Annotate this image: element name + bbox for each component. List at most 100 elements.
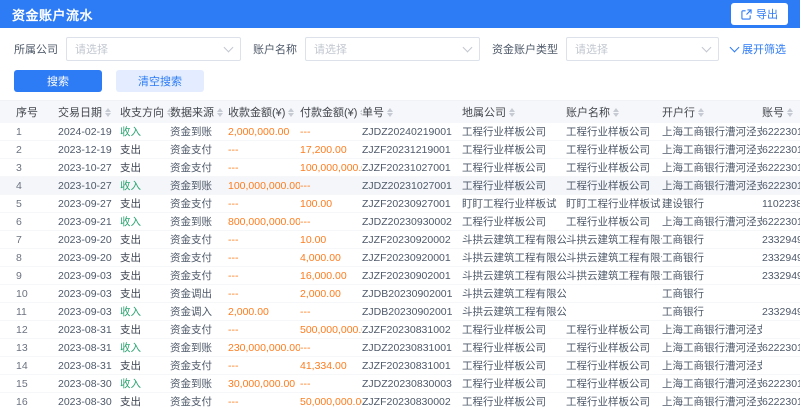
cell-bank: 上海工商银行漕河泾支行 [662,376,762,391]
table-row[interactable]: 152023-08-30收入资金到账30,000,000.00---ZJDZ20… [0,375,800,393]
sort-icon[interactable] [613,108,619,117]
column-header-account_no[interactable]: 账号 [762,104,800,120]
cell-account_no: 23329499 [762,270,800,282]
column-header-date[interactable]: 交易日期 [58,104,120,120]
account-select[interactable]: 请选择 [305,37,480,61]
column-header-account_name[interactable]: 账户名称 [566,104,662,120]
cell-source: 资金到账 [170,376,228,391]
table-row[interactable]: 62023-09-21收入资金到账800,000,000.00---ZJDZ20… [0,213,800,231]
table-row[interactable]: 42023-10-27收入资金到账100,000,000.00---ZJDZ20… [0,177,800,195]
cell-order_no: ZJDZ20230831001 [362,342,462,354]
company-select-placeholder: 请选择 [75,41,108,57]
cell-date: 2023-08-31 [58,324,120,336]
cell-receive: 230,000,000.00 [228,342,300,354]
column-header-company[interactable]: 地属公司 [462,104,566,120]
sort-icon[interactable] [698,108,704,117]
cell-receive: --- [228,324,300,336]
column-label: 付款金额(¥) [300,104,357,120]
cell-pay: 41,334.00 [300,360,362,372]
sort-icon[interactable] [217,108,223,117]
cell-bank: 上海工商银行漕河泾支行 [662,340,762,355]
cell-direction: 支出 [120,394,170,409]
cell-company: 盯盯工程行业样板试 [462,196,566,211]
table-row[interactable]: 142023-08-31支出资金支付---41,334.00ZJZF202308… [0,357,800,375]
table-row[interactable]: 92023-09-03支出资金支付---16,000.00ZJZF2023090… [0,267,800,285]
filter-account-type-label: 资金账户类型 [492,41,558,57]
cell-pay: --- [300,216,362,228]
cell-order_no: ZJDZ20240219001 [362,126,462,138]
table-row[interactable]: 122023-08-31支出资金支付---500,000,000.00ZJZF2… [0,321,800,339]
column-header-pay[interactable]: 付款金额(¥) [300,104,362,120]
table-row[interactable]: 82023-09-20支出资金支付---4,000.00ZJZF20230920… [0,249,800,267]
cell-source: 资金支付 [170,322,228,337]
cell-account_name: 斗拱云建筑工程有限公司 [566,268,662,283]
cell-bank: 上海工商银行漕河泾支行 [662,358,762,373]
sort-icon[interactable] [288,108,294,117]
column-header-order_no[interactable]: 单号 [362,104,462,120]
cell-direction: 收入 [120,340,170,355]
cell-receive: --- [228,144,300,156]
clear-search-button[interactable]: 清空搜索 [116,70,204,92]
cell-account_name: 盯盯工程行业样板试 [566,196,662,211]
cell-date: 2023-10-27 [58,162,120,174]
cell-receive: --- [228,360,300,372]
column-header-bank[interactable]: 开户行 [662,104,762,120]
cell-account_no: 62223011 [762,342,800,354]
table-row[interactable]: 132023-08-31收入资金到账230,000,000.00---ZJDZ2… [0,339,800,357]
column-label: 地属公司 [462,104,506,120]
top-bar: 资金账户流水 导出 [0,0,800,28]
company-select[interactable]: 请选择 [66,37,241,61]
table-row[interactable]: 102023-09-03支出资金调出---2,000.00ZJDB2023090… [0,285,800,303]
cell-direction: 支出 [120,142,170,157]
cell-index: 13 [16,342,58,354]
sort-icon[interactable] [387,108,393,117]
table-row[interactable]: 162023-08-30支出资金支付---50,000,000.00ZJZF20… [0,393,800,409]
cell-index: 1 [16,126,58,138]
table-row[interactable]: 52023-09-27支出资金支付---100.00ZJZF2023092700… [0,195,800,213]
cell-bank: 工商银行 [662,268,762,283]
export-button[interactable]: 导出 [731,3,788,25]
search-button[interactable]: 搜索 [14,70,102,92]
table-row[interactable]: 112023-09-03收入资金调入2,000.00---ZJDB2023090… [0,303,800,321]
export-icon [741,9,752,20]
cell-pay: --- [300,378,362,390]
cell-company: 工程行业样板公司 [462,160,566,175]
cell-company: 工程行业样板公司 [462,214,566,229]
cell-index: 4 [16,180,58,192]
chevron-down-icon [224,43,234,53]
cell-account_no: 62223011 [762,216,800,228]
cell-account_no: 23329499 [762,234,800,246]
cell-source: 资金调出 [170,286,228,301]
cell-company: 工程行业样板公司 [462,178,566,193]
expand-filters-link[interactable]: 展开筛选 [731,41,786,57]
transactions-table: 序号交易日期收支方向数据来源收款金额(¥)付款金额(¥) 单号地属公司 账户名称开户… [0,100,800,409]
cell-index: 2 [16,144,58,156]
cell-bank: 建设银行 [662,196,762,211]
sort-icon[interactable] [509,108,515,117]
account-type-select[interactable]: 请选择 [566,37,719,61]
cell-pay: 50,000,000.00 [300,396,362,408]
cell-pay: 17,200.00 [300,144,362,156]
cell-order_no: ZJZF20230831002 [362,324,462,336]
table-row[interactable]: 22023-12-19支出资金支付---17,200.00ZJZF2023121… [0,141,800,159]
column-header-receive[interactable]: 收款金额(¥) [228,104,300,120]
cell-pay: 2,000.00 [300,288,362,300]
cell-index: 10 [16,288,58,300]
table-row[interactable]: 72023-09-20支出资金支付---10.00ZJZF20230920002… [0,231,800,249]
cell-receive: 100,000,000.00 [228,180,300,192]
cell-pay: 16,000.00 [300,270,362,282]
sort-icon[interactable] [787,108,793,117]
column-header-source[interactable]: 数据来源 [170,104,228,120]
cell-date: 2023-09-03 [58,306,120,318]
cell-pay: 500,000,000.00 [300,324,362,336]
filter-account-type: 资金账户类型 请选择 [492,37,719,61]
expand-filters-label: 展开筛选 [742,41,786,57]
column-header-index: 序号 [16,104,58,120]
table-row[interactable]: 12024-02-19收入资金到账2,000,000.00---ZJDZ2024… [0,123,800,141]
column-header-direction[interactable]: 收支方向 [120,104,170,120]
cell-company: 斗拱云建筑工程有限公司 [462,250,566,265]
cell-receive: --- [228,162,300,174]
cell-direction: 支出 [120,196,170,211]
table-row[interactable]: 32023-10-27支出资金支付---100,000,000.00ZJZF20… [0,159,800,177]
sort-icon[interactable] [105,108,111,117]
